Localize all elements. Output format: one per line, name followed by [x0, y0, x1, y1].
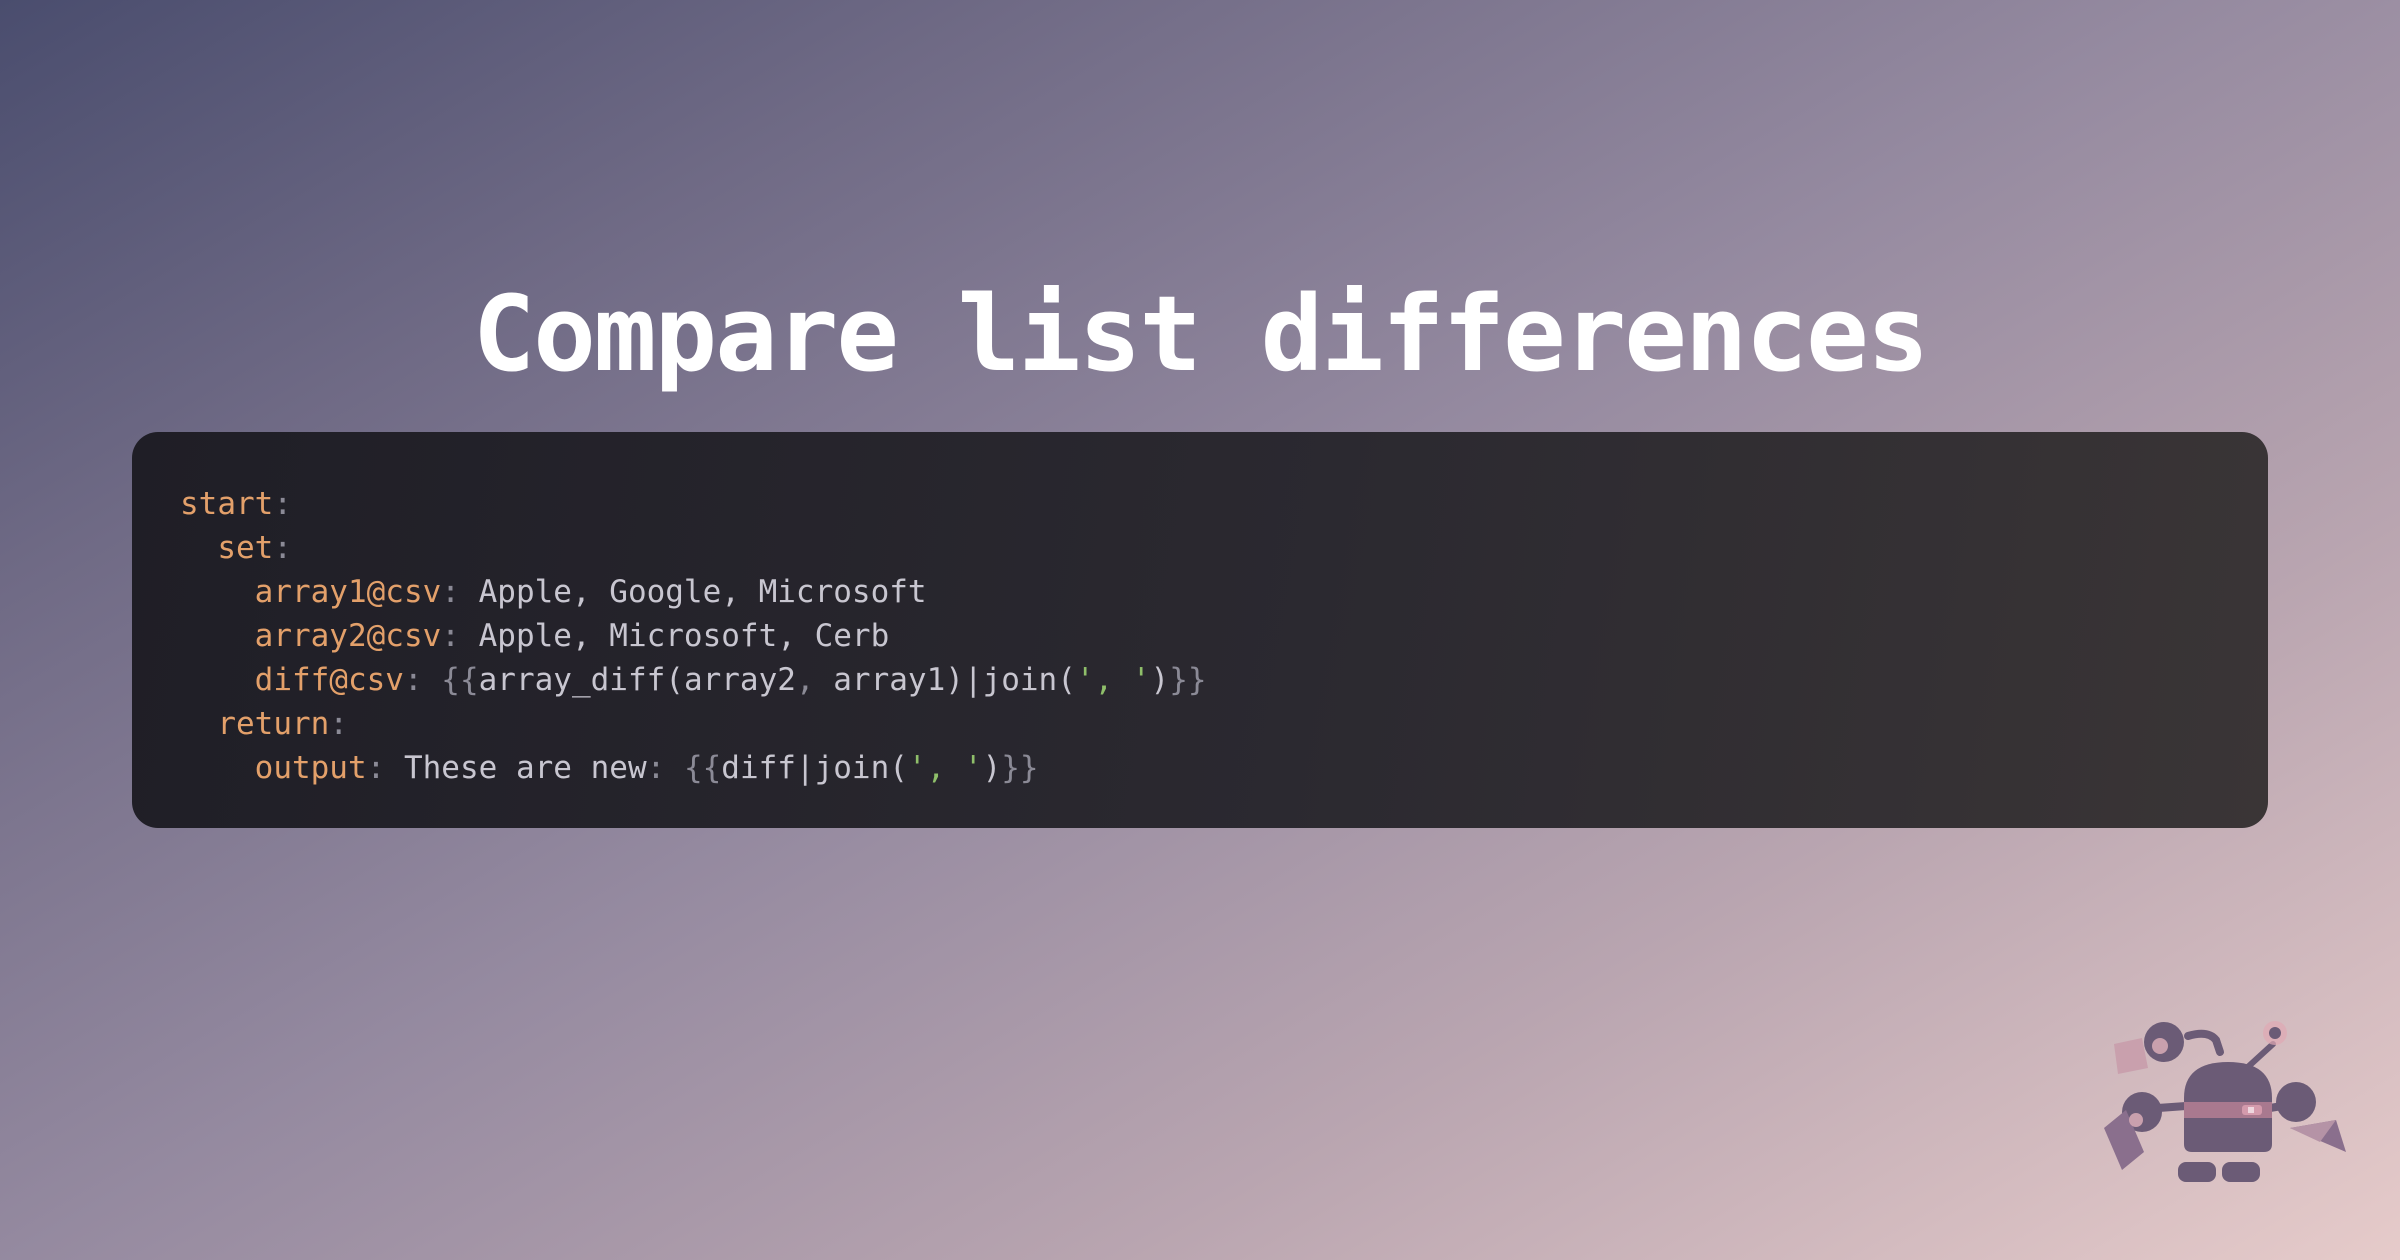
template-string: ', '	[1075, 662, 1151, 698]
yaml-colon: :	[273, 530, 292, 566]
yaml-colon: :	[646, 750, 666, 786]
yaml-key: array2@csv	[254, 618, 442, 654]
template-close: }}	[1001, 750, 1039, 786]
template-comma: ,	[795, 662, 815, 698]
code-line-diff: diff@csv: {{array_diff(array2, array1)|j…	[180, 658, 2220, 702]
yaml-key: array1@csv	[254, 574, 442, 610]
code-line-output: output: These are new: {{diff|join(', ')…	[180, 746, 2220, 790]
code-line-return: return:	[180, 702, 2220, 746]
robot-mascot-icon	[2104, 1021, 2346, 1182]
yaml-colon: :	[273, 486, 292, 522]
code-line-set: set:	[180, 526, 2220, 570]
code-line-array1: array1@csv: Apple, Google, Microsoft	[180, 570, 2220, 614]
template-paren: )	[1150, 662, 1170, 698]
page-title: Compare list differences	[472, 273, 1930, 395]
code-line-start: start:	[180, 482, 2220, 526]
template-function: array1)|join(	[814, 662, 1076, 698]
template-open: {{	[422, 662, 479, 698]
code-block: start: set: array1@csv: Apple, Google, M…	[132, 432, 2268, 828]
template-close: }}	[1169, 662, 1207, 698]
template-string: ', '	[907, 750, 983, 786]
yaml-colon: :	[441, 618, 460, 654]
yaml-colon: :	[366, 750, 386, 786]
code-line-array2: array2@csv: Apple, Microsoft, Cerb	[180, 614, 2220, 658]
template-function: diff|join(	[721, 750, 908, 786]
yaml-colon: :	[441, 574, 460, 610]
yaml-key: start	[180, 486, 274, 522]
yaml-key: diff@csv	[254, 662, 404, 698]
yaml-colon: :	[329, 706, 348, 742]
yaml-colon: :	[403, 662, 423, 698]
yaml-value: These are new	[385, 750, 647, 786]
yaml-key: output	[254, 750, 367, 786]
template-open: {{	[665, 750, 722, 786]
yaml-value: Apple, Microsoft, Cerb	[459, 618, 890, 654]
template-paren: )	[982, 750, 1002, 786]
yaml-key: return	[217, 706, 330, 742]
yaml-key: set	[217, 530, 274, 566]
template-function: array_diff(array2	[478, 662, 796, 698]
yaml-value: Apple, Google, Microsoft	[459, 574, 927, 610]
